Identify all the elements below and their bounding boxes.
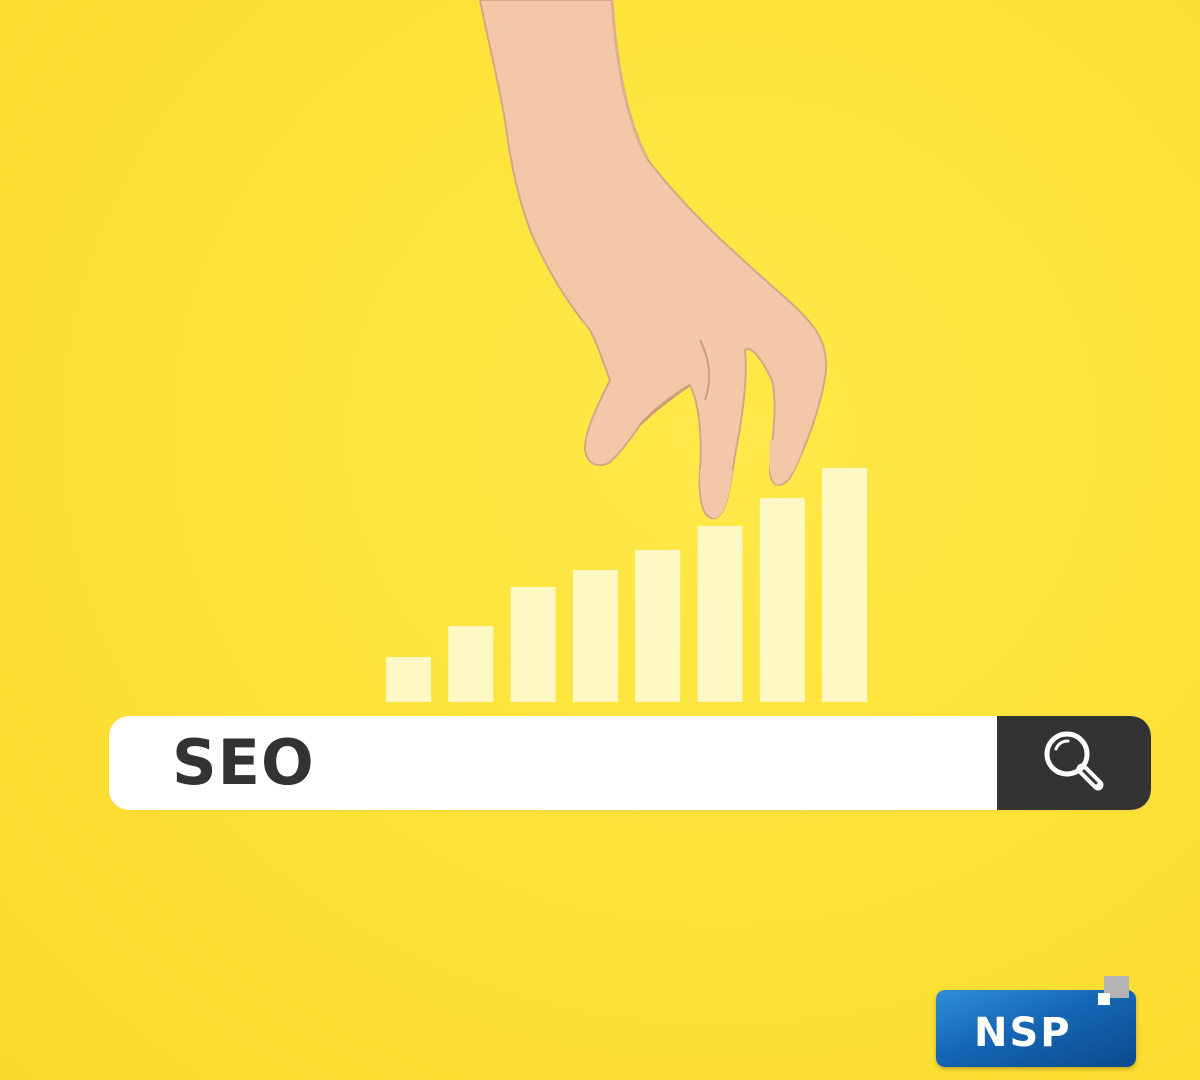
chart-bar [759,498,805,702]
search-bar: SEO [109,716,1151,810]
chart-bar [572,570,618,702]
search-button[interactable] [997,716,1151,810]
chart-bar [822,468,868,702]
bar-chart [386,468,868,702]
chart-bar [386,657,431,702]
search-icon [1034,721,1114,805]
scene [386,0,868,702]
nsp-logo: NSP [936,976,1141,1071]
chart-bar [510,587,556,702]
logo-text: NSP [974,1010,1072,1056]
chart-bar [635,550,681,702]
chart-bar [448,626,494,702]
logo-square-white [1098,993,1110,1005]
search-input[interactable]: SEO [172,716,315,810]
chart-bar [697,526,743,702]
